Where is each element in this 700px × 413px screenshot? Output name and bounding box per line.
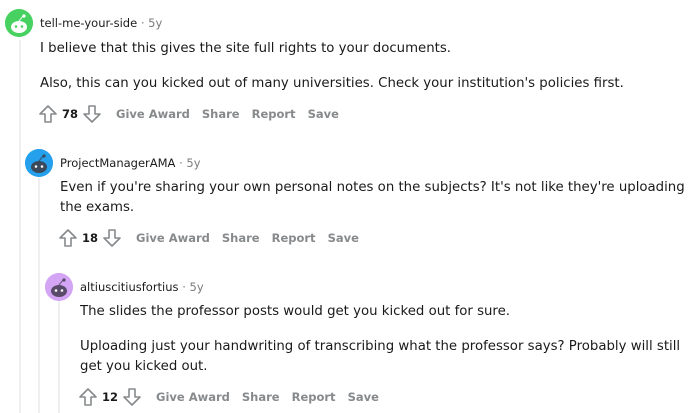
report-button[interactable]: Report xyxy=(272,231,316,245)
vote-score: 18 xyxy=(82,231,99,245)
comment-text: I believe that this gives the site full … xyxy=(40,41,452,56)
comment-author[interactable]: ProjectManagerAMA xyxy=(60,156,175,170)
report-button[interactable]: Report xyxy=(252,107,296,121)
avatar[interactable] xyxy=(25,149,53,177)
save-button[interactable]: Save xyxy=(308,107,339,121)
give-award-button[interactable]: Give Award xyxy=(156,390,230,404)
meta-separator: · xyxy=(140,16,145,30)
comment-age[interactable]: 5y xyxy=(190,280,204,294)
save-button[interactable]: Save xyxy=(328,231,359,245)
thread-line[interactable] xyxy=(58,300,60,413)
comment-actions: 78 Give Award Share Report Save xyxy=(38,104,339,124)
vote-score: 78 xyxy=(62,107,79,121)
snoo-avatar-icon xyxy=(45,273,73,301)
upvote-icon[interactable] xyxy=(78,387,98,407)
comment-author[interactable]: tell-me-your-side xyxy=(40,16,137,30)
downvote-icon[interactable] xyxy=(102,228,122,248)
save-button[interactable]: Save xyxy=(348,390,379,404)
comment-text: Also, this can you kicked out of many un… xyxy=(40,76,624,91)
snoo-avatar-icon xyxy=(25,149,53,177)
comment-author[interactable]: altiuscitiusfortius xyxy=(80,280,179,294)
vote-score: 12 xyxy=(102,390,119,404)
upvote-icon[interactable] xyxy=(58,228,78,248)
share-button[interactable]: Share xyxy=(222,231,260,245)
comment-meta: altiuscitiusfortius · 5y xyxy=(80,280,204,294)
comment-age[interactable]: 5y xyxy=(186,156,200,170)
thread-line[interactable] xyxy=(38,178,40,413)
comment-text: Uploading just your handwriting of trans… xyxy=(80,339,681,374)
downvote-icon[interactable] xyxy=(82,104,102,124)
thread-line[interactable] xyxy=(19,40,21,413)
meta-separator: · xyxy=(182,280,186,294)
comment-meta: ProjectManagerAMA · 5y xyxy=(60,156,201,170)
share-button[interactable]: Share xyxy=(242,390,280,404)
avatar[interactable] xyxy=(45,273,73,301)
comment-text: The slides the professor posts would get… xyxy=(80,304,511,319)
comment-actions: 12 Give Award Share Report Save xyxy=(78,387,379,407)
downvote-icon[interactable] xyxy=(122,387,142,407)
share-button[interactable]: Share xyxy=(202,107,240,121)
comment-meta: tell-me-your-side · 5y xyxy=(40,16,162,30)
comment-actions: 18 Give Award Share Report Save xyxy=(58,228,359,248)
give-award-button[interactable]: Give Award xyxy=(116,107,190,121)
snoo-avatar-icon xyxy=(5,9,33,37)
meta-separator: · xyxy=(179,156,183,170)
report-button[interactable]: Report xyxy=(292,390,336,404)
avatar[interactable] xyxy=(5,9,33,37)
give-award-button[interactable]: Give Award xyxy=(136,231,210,245)
comment-age[interactable]: 5y xyxy=(148,16,162,30)
comment-text: Even if you're sharing your own personal… xyxy=(60,180,685,215)
upvote-icon[interactable] xyxy=(38,104,58,124)
